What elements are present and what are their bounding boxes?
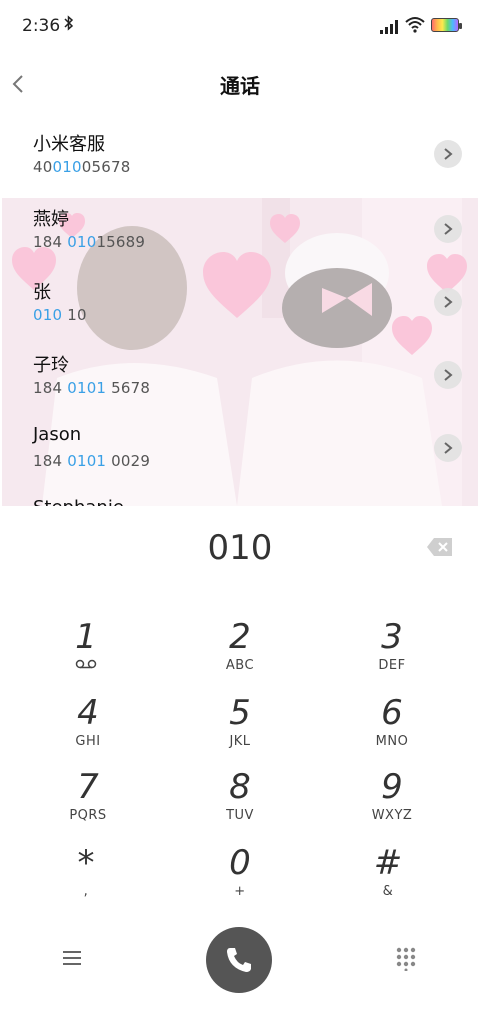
contact-name: 燕婷	[33, 209, 69, 230]
voicemail-icon	[16, 658, 156, 673]
contact-name: 张	[33, 282, 51, 303]
status-time: 2:36	[22, 16, 61, 36]
key-4[interactable]: 4 GHI	[18, 694, 158, 764]
header: 通话	[0, 52, 480, 116]
contact-number: 184 0101 0029	[33, 452, 151, 470]
wifi-icon	[405, 16, 425, 34]
key-7[interactable]: 7 PQRS	[18, 768, 158, 838]
contact-detail-button[interactable]	[434, 215, 462, 243]
battery-icon	[431, 18, 462, 32]
dial-keypad: 1 2 ABC 3 DEF 4 GHI 5 JKL 6 MNO 7 PQRS 8…	[0, 610, 480, 910]
contact-row-jason[interactable]: Jason 184 0101 0029	[0, 416, 480, 490]
contact-name: Jason	[33, 424, 82, 445]
key-0[interactable]: 0 +	[170, 844, 310, 914]
key-star[interactable]: * ,	[16, 844, 156, 914]
contact-name: Stephanie	[33, 497, 124, 506]
contact-number: 184 01015689	[33, 233, 146, 251]
dialed-number: 010	[207, 528, 273, 568]
signal-icon	[380, 19, 400, 34]
contact-name: 小米客服	[33, 134, 105, 155]
menu-icon[interactable]	[62, 949, 84, 967]
contact-number: 184 0101 5678	[33, 379, 151, 397]
contact-row-xiaomi-service[interactable]: 小米客服 4001005678	[0, 122, 480, 196]
dial-display: 010	[0, 506, 480, 588]
contact-number: 4001005678	[33, 158, 131, 176]
contact-detail-button[interactable]	[434, 361, 462, 389]
contact-list[interactable]: 小米客服 4001005678 燕婷 184 01015689 张 010 10…	[0, 122, 480, 506]
contact-row-zhang[interactable]: 张 010 10	[0, 270, 480, 344]
contact-detail-button[interactable]	[434, 140, 462, 168]
backspace-button[interactable]	[427, 537, 453, 557]
page-title: 通话	[220, 74, 260, 98]
status-bar: 2:36	[0, 0, 480, 52]
phone-icon	[227, 948, 251, 972]
key-hash[interactable]: # &	[318, 844, 458, 914]
key-3[interactable]: 3 DEF	[322, 618, 462, 688]
contact-name: 子玲	[33, 355, 69, 376]
bluetooth-icon	[64, 15, 74, 35]
contact-number: 010 10	[33, 306, 87, 324]
call-button[interactable]	[206, 927, 272, 993]
key-5[interactable]: 5 JKL	[170, 694, 310, 764]
contact-detail-button[interactable]	[434, 288, 462, 316]
contact-detail-button[interactable]	[434, 434, 462, 462]
key-8[interactable]: 8 TUV	[170, 768, 310, 838]
contact-row-ziling[interactable]: 子玲 184 0101 5678	[0, 343, 480, 417]
keypad-toggle-icon[interactable]	[396, 947, 416, 972]
bottom-bar	[0, 920, 480, 1013]
key-9[interactable]: 9 WXYZ	[322, 768, 462, 838]
key-6[interactable]: 6 MNO	[322, 694, 462, 764]
contact-row-yanting[interactable]: 燕婷 184 01015689	[0, 197, 480, 271]
key-1[interactable]: 1	[16, 618, 156, 688]
contact-row-stephanie[interactable]: Stephanie	[0, 489, 480, 506]
key-2[interactable]: 2 ABC	[170, 618, 310, 688]
